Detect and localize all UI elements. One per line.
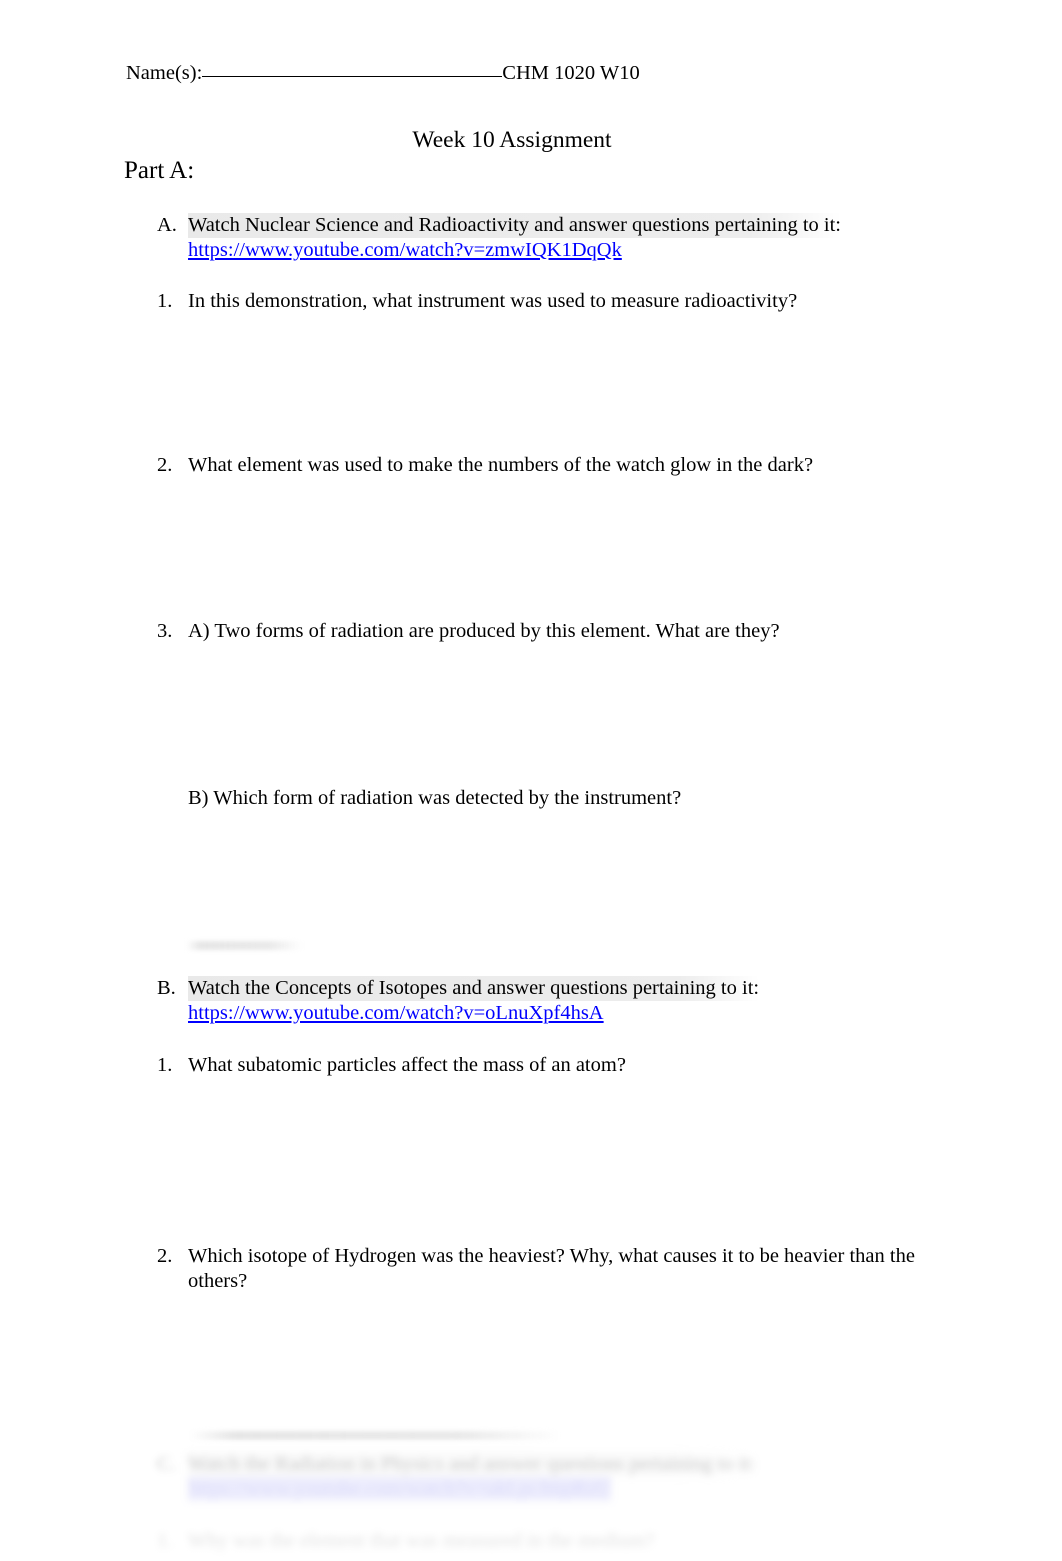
section-a-question-3-part-b: B) Which form of radiation was detected … — [157, 786, 957, 811]
question-text: What subatomic particles affect the mass… — [188, 1054, 626, 1076]
question-text: Which isotope of Hydrogen was the heavie… — [188, 1245, 915, 1292]
assignment-page: Name(s): CHM 1020 W10 Week 10 Assignment … — [0, 0, 1062, 1561]
question-marker: 1. — [157, 1054, 173, 1076]
list-item: A. Watch Nuclear Science and Radioactivi… — [157, 213, 957, 263]
list-item: 1. Why was the element that was measured… — [157, 1529, 987, 1554]
list-item: C. Watch the Radiation in Physics and an… — [157, 1452, 987, 1502]
section-c-video-link[interactable]: https://www.youtube.com/watch?v=ukLpcJmp… — [188, 1477, 612, 1501]
list-item: B. Watch the Concepts of Isotopes and an… — [157, 976, 957, 1026]
page-title: Week 10 Assignment — [0, 125, 1062, 155]
section-b-marker: B. — [157, 977, 176, 999]
section-b-instruction: B. Watch the Concepts of Isotopes and an… — [157, 976, 957, 1026]
section-c-faded: C. Watch the Radiation in Physics and an… — [157, 1452, 987, 1554]
question-part-b-text: B) Which form of radiation was detected … — [188, 787, 682, 809]
section-a-question-1: 1. In this demonstration, what instrumen… — [157, 289, 957, 314]
section-a-instruction-text: Watch Nuclear Science and Radioactivity … — [188, 213, 842, 238]
list-item: 2. What element was used to make the num… — [157, 453, 957, 478]
name-blank-rule[interactable] — [202, 76, 503, 77]
question-marker: 2. — [157, 1245, 173, 1267]
highlight-artifact — [186, 941, 302, 950]
section-a-marker: A. — [157, 214, 177, 236]
section-c-instruction-text: Watch the Radiation in Physics and answe… — [188, 1452, 756, 1477]
list-item: 2. Which isotope of Hydrogen was the hea… — [157, 1244, 947, 1294]
question-marker: 3. — [157, 620, 173, 642]
question-marker: 2. — [157, 454, 173, 476]
section-a-instruction: A. Watch Nuclear Science and Radioactivi… — [157, 213, 957, 263]
list-item: 1. What subatomic particles affect the m… — [157, 1053, 957, 1078]
question-marker: 1. — [157, 290, 173, 312]
section-b-video-link[interactable]: https://www.youtube.com/watch?v=oLnuXpf4… — [188, 1001, 604, 1026]
question-text: What element was used to make the number… — [188, 454, 814, 476]
section-a-question-3: 3. A) Two forms of radiation are produce… — [157, 619, 957, 644]
page-title-text: Week 10 Assignment — [412, 127, 612, 153]
section-a-video-link[interactable]: https://www.youtube.com/watch?v=zmwIQK1D… — [188, 238, 622, 263]
part-heading: Part A: — [124, 157, 195, 184]
question-text: A) Two forms of radiation are produced b… — [188, 620, 780, 642]
highlight-artifact — [190, 1431, 562, 1440]
name-label: Name(s): — [126, 62, 203, 84]
section-a-question-2: 2. What element was used to make the num… — [157, 453, 957, 478]
list-item: 1. In this demonstration, what instrumen… — [157, 289, 957, 314]
question-text: Why was the element that was measured in… — [188, 1530, 655, 1552]
course-code: CHM 1020 W10 — [502, 62, 640, 84]
section-b-instruction-text: Watch the Concepts of Isotopes and answe… — [188, 976, 760, 1001]
list-item: B) Which form of radiation was detected … — [157, 786, 957, 811]
section-b-question-1: 1. What subatomic particles affect the m… — [157, 1053, 957, 1078]
list-item: 3. A) Two forms of radiation are produce… — [157, 619, 957, 644]
question-text: In this demonstration, what instrument w… — [188, 290, 798, 312]
header-name-line: Name(s): CHM 1020 W10 — [126, 60, 640, 86]
question-marker: 1. — [157, 1530, 173, 1552]
section-b-question-2: 2. Which isotope of Hydrogen was the hea… — [157, 1244, 947, 1294]
section-c-marker: C. — [157, 1453, 176, 1475]
